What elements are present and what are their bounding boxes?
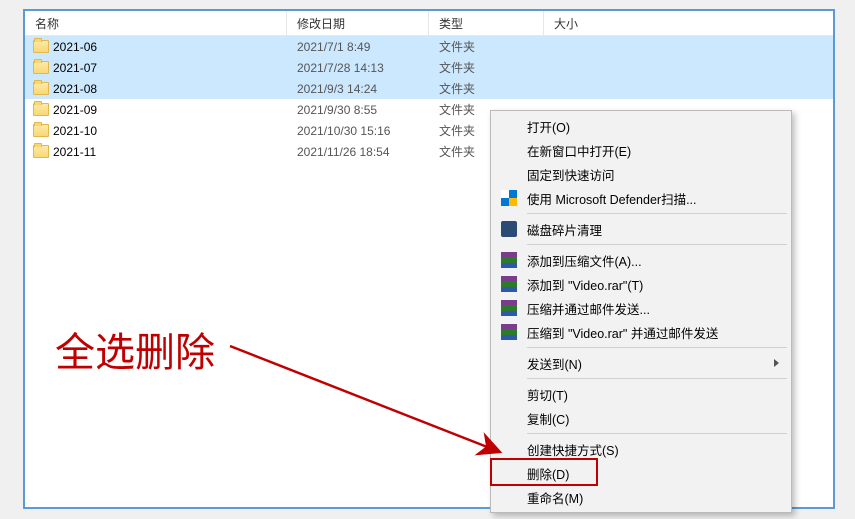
menu-cut[interactable]: 剪切(T) xyxy=(493,382,789,406)
file-row[interactable]: 2021-07 2021/7/28 14:13文件夹 xyxy=(25,57,833,78)
menu-create-shortcut[interactable]: 创建快捷方式(S) xyxy=(493,437,789,461)
folder-icon xyxy=(33,40,49,53)
file-name: 2021-07 xyxy=(53,61,97,75)
menu-delete[interactable]: 删除(D) xyxy=(493,461,789,485)
file-date: 2021/7/28 14:13 xyxy=(287,61,429,75)
file-name: 2021-10 xyxy=(53,124,97,138)
menu-open-new-window[interactable]: 在新窗口中打开(E) xyxy=(493,138,789,162)
disk-icon xyxy=(499,219,519,239)
archive-icon xyxy=(499,274,519,294)
column-header-row: 名称 修改日期 类型 大小 xyxy=(25,11,833,36)
context-menu: 打开(O) 在新窗口中打开(E) 固定到快速访问 使用 Microsoft De… xyxy=(490,110,792,513)
folder-icon xyxy=(33,103,49,116)
file-type: 文件夹 xyxy=(429,38,544,55)
folder-icon xyxy=(33,82,49,95)
menu-rename[interactable]: 重命名(M) xyxy=(493,485,789,509)
menu-separator xyxy=(527,347,787,348)
col-header-type[interactable]: 类型 xyxy=(429,11,544,35)
file-type: 文件夹 xyxy=(429,59,544,76)
file-name: 2021-06 xyxy=(53,40,97,54)
menu-add-rar[interactable]: 添加到 "Video.rar"(T) xyxy=(493,272,789,296)
menu-send-to[interactable]: 发送到(N) xyxy=(493,351,789,375)
file-type: 文件夹 xyxy=(429,80,544,97)
menu-defender-scan[interactable]: 使用 Microsoft Defender扫描... xyxy=(493,186,789,210)
archive-icon xyxy=(499,250,519,270)
menu-separator xyxy=(527,378,787,379)
col-header-size[interactable]: 大小 xyxy=(544,11,833,35)
menu-pin-quick-access[interactable]: 固定到快速访问 xyxy=(493,162,789,186)
menu-copy[interactable]: 复制(C) xyxy=(493,406,789,430)
file-date: 2021/9/30 8:55 xyxy=(287,103,429,117)
archive-icon xyxy=(499,322,519,342)
file-name: 2021-11 xyxy=(53,145,96,159)
col-header-date[interactable]: 修改日期 xyxy=(287,11,429,35)
file-row[interactable]: 2021-08 2021/9/3 14:24文件夹 xyxy=(25,78,833,99)
file-row[interactable]: 2021-06 2021/7/1 8:49文件夹 xyxy=(25,36,833,57)
archive-icon xyxy=(499,298,519,318)
menu-separator xyxy=(527,213,787,214)
file-date: 2021/9/3 14:24 xyxy=(287,82,429,96)
file-date: 2021/10/30 15:16 xyxy=(287,124,429,138)
menu-separator xyxy=(527,433,787,434)
shield-icon xyxy=(499,188,519,208)
file-date: 2021/7/1 8:49 xyxy=(287,40,429,54)
chevron-right-icon xyxy=(774,359,779,367)
file-date: 2021/11/26 18:54 xyxy=(287,145,429,159)
folder-icon xyxy=(33,124,49,137)
col-header-name[interactable]: 名称 xyxy=(25,11,287,35)
menu-separator xyxy=(527,244,787,245)
folder-icon xyxy=(33,145,49,158)
menu-open[interactable]: 打开(O) xyxy=(493,114,789,138)
file-name: 2021-08 xyxy=(53,82,97,96)
file-name: 2021-09 xyxy=(53,103,97,117)
folder-icon xyxy=(33,61,49,74)
menu-compress-rar-email[interactable]: 压缩到 "Video.rar" 并通过邮件发送 xyxy=(493,320,789,344)
menu-compress-email[interactable]: 压缩并通过邮件发送... xyxy=(493,296,789,320)
menu-defrag[interactable]: 磁盘碎片清理 xyxy=(493,217,789,241)
menu-add-archive[interactable]: 添加到压缩文件(A)... xyxy=(493,248,789,272)
annotation-text: 全选删除 xyxy=(55,320,215,378)
